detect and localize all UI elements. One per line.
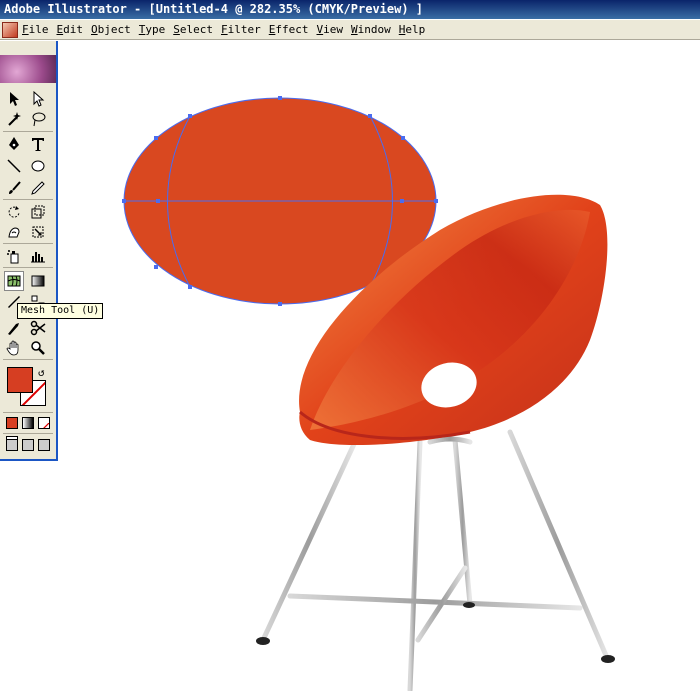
warp-hand-icon xyxy=(8,227,20,238)
direct-selection-tool-button[interactable] xyxy=(28,89,48,109)
hand-tool-button[interactable] xyxy=(4,338,24,358)
menu-window[interactable]: Window xyxy=(351,23,397,36)
lasso-tool-button[interactable] xyxy=(28,109,48,129)
gradient-mode-button[interactable] xyxy=(22,417,34,429)
full-screen-menu-mode-button[interactable] xyxy=(22,439,34,451)
ellipse-tool-button[interactable] xyxy=(28,156,48,176)
scale-tool-button[interactable] xyxy=(28,202,48,222)
magnifier-icon xyxy=(31,341,45,355)
leg-foot xyxy=(463,602,475,608)
type-tool-button[interactable] xyxy=(28,134,48,154)
menu-view[interactable]: View xyxy=(317,23,350,36)
toolbox-divider xyxy=(3,243,53,244)
mesh-tool-tooltip: Mesh Tool (U) xyxy=(17,303,104,319)
selection-tool-button[interactable] xyxy=(4,89,24,109)
app-icon[interactable] xyxy=(2,21,18,38)
hand-icon xyxy=(6,340,19,356)
ellipse-icon xyxy=(31,160,45,172)
toolbox-divider xyxy=(3,199,53,200)
fill-color-swatch[interactable] xyxy=(7,367,33,393)
warp-tool-button[interactable] xyxy=(4,222,24,242)
type-t-icon xyxy=(32,138,44,151)
toolbox-divider xyxy=(3,131,53,132)
toolbox-divider xyxy=(3,433,53,434)
symbol-sprayer-icon xyxy=(7,250,19,264)
menu-help[interactable]: Help xyxy=(399,23,432,36)
toolbox-divider xyxy=(3,359,53,360)
toolbox-divider xyxy=(3,412,53,413)
chair-legs xyxy=(260,429,611,693)
column-graph-icon xyxy=(31,252,45,263)
zoom-tool-button[interactable] xyxy=(28,338,48,358)
window-title-bar: Adobe Illustrator - [Untitled-4 @ 282.35… xyxy=(0,0,700,19)
line-segment-icon xyxy=(7,159,21,173)
standard-screen-mode-button[interactable] xyxy=(6,439,18,451)
gradient-swatch-icon xyxy=(31,275,45,287)
paintbrush-tool-button[interactable] xyxy=(4,178,24,198)
pen-tool-button[interactable] xyxy=(4,134,24,154)
mesh-tool-button[interactable] xyxy=(4,271,24,291)
magic-wand-tool-button[interactable] xyxy=(4,109,24,129)
pen-nib-icon xyxy=(9,137,19,150)
paintbrush-icon xyxy=(9,181,21,194)
gradient-tool-button[interactable] xyxy=(28,271,48,291)
menu-bar: File Edit Object Type Select Filter Effe… xyxy=(0,20,700,40)
mesh-grid-icon xyxy=(7,275,21,287)
menu-edit[interactable]: Edit xyxy=(57,23,90,36)
swap-fill-stroke-icon[interactable]: ↺ xyxy=(38,366,45,379)
column-graph-tool-button[interactable] xyxy=(28,246,48,266)
free-transform-tool-button[interactable] xyxy=(28,222,48,242)
menu-object[interactable]: Object xyxy=(91,23,137,36)
color-mode-button[interactable] xyxy=(6,417,18,429)
toolbox-logo-banner xyxy=(0,55,56,83)
menu-effect[interactable]: Effect xyxy=(269,23,315,36)
window-title: Adobe Illustrator - [Untitled-4 @ 282.35… xyxy=(4,2,424,16)
leg-foot xyxy=(256,637,270,645)
magic-wand-icon xyxy=(8,112,21,126)
full-screen-mode-button[interactable] xyxy=(38,439,50,451)
pencil-tool-button[interactable] xyxy=(28,178,48,198)
scissors-tool-button[interactable] xyxy=(28,318,48,338)
lasso-icon xyxy=(32,112,46,127)
direct-selection-arrow-icon xyxy=(33,91,45,107)
slice-knife-icon xyxy=(8,323,19,335)
rotate-tool-button[interactable] xyxy=(4,202,24,222)
none-slash-icon xyxy=(43,422,49,428)
line-segment-tool-button[interactable] xyxy=(4,156,24,176)
pencil-icon xyxy=(31,181,45,195)
none-mode-button[interactable] xyxy=(38,417,50,429)
menu-file[interactable]: File xyxy=(22,23,55,36)
menu-filter[interactable]: Filter xyxy=(221,23,267,36)
free-transform-icon xyxy=(32,226,44,238)
artboard-canvas[interactable] xyxy=(58,41,700,693)
menu-type[interactable]: Type xyxy=(139,23,172,36)
scale-icon xyxy=(31,205,45,219)
menu-select[interactable]: Select xyxy=(173,23,219,36)
slice-tool-button[interactable] xyxy=(4,318,24,338)
toolbox-divider xyxy=(3,267,53,268)
artwork-svg xyxy=(122,96,615,693)
scissors-icon xyxy=(30,320,46,336)
selection-arrow-icon xyxy=(10,92,19,106)
symbol-sprayer-tool-button[interactable] xyxy=(4,246,24,266)
leg-foot xyxy=(601,655,615,663)
rotate-icon xyxy=(8,206,20,218)
